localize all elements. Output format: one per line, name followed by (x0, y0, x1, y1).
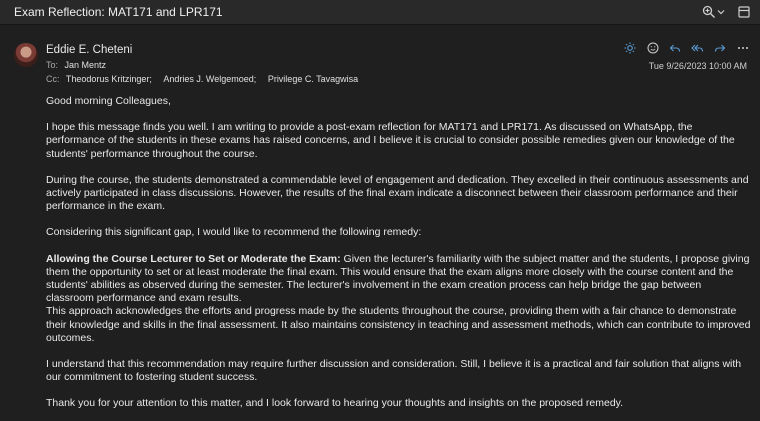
avatar (14, 43, 38, 67)
remedy-title: Allowing the Course Lecturer to Set or M… (46, 252, 341, 265)
reply-icon[interactable] (667, 40, 683, 56)
message-body: Good morning Colleagues, I hope this mes… (46, 95, 751, 411)
more-icon[interactable] (735, 40, 751, 56)
cc-recipient[interactable]: Theodorus Kritzinger; (66, 74, 152, 84)
reply-all-icon[interactable] (689, 40, 705, 56)
sender-name[interactable]: Eddie E. Cheteni (46, 44, 132, 56)
paragraph-course: During the course, the students demonstr… (46, 173, 749, 213)
chevron-down-icon[interactable] (717, 3, 725, 21)
cc-recipient[interactable]: Andries J. Welgemoed; (163, 74, 256, 84)
popout-icon[interactable] (738, 3, 750, 21)
email-subject: Exam Reflection: MAT171 and LPR171 (14, 5, 223, 19)
forward-icon[interactable] (712, 40, 728, 56)
to-line: To: Jan Mentz (46, 60, 106, 70)
paragraph-thanks: Thank you for your attention to this mat… (46, 397, 624, 410)
paragraph-gap: Considering this significant gap, I woul… (46, 226, 422, 239)
paragraph-understand: I understand that this recommendation ma… (46, 358, 742, 384)
sun-icon[interactable] (622, 40, 638, 56)
to-recipient[interactable]: Jan Mentz (65, 60, 107, 70)
paragraph-approach: This approach acknowledges the efforts a… (46, 305, 751, 344)
zoom-icon[interactable] (702, 3, 716, 21)
paragraph-intro: I hope this message finds you well. I am… (46, 121, 735, 160)
smiley-icon[interactable] (645, 40, 661, 56)
cc-line: Cc: Theodorus Kritzinger; Andries J. Wel… (46, 74, 358, 84)
cc-label: Cc: (46, 74, 60, 84)
title-bar: Exam Reflection: MAT171 and LPR171 (0, 0, 760, 25)
to-label: To: (46, 60, 59, 70)
sent-date: Tue 9/26/2023 10:00 AM (648, 61, 747, 71)
cc-recipient[interactable]: Privilege C. Tavagwisa (268, 74, 358, 84)
greeting: Good morning Colleagues, (46, 95, 171, 107)
paragraph-remedy: Allowing the Course Lecturer to Set or M… (46, 253, 751, 306)
